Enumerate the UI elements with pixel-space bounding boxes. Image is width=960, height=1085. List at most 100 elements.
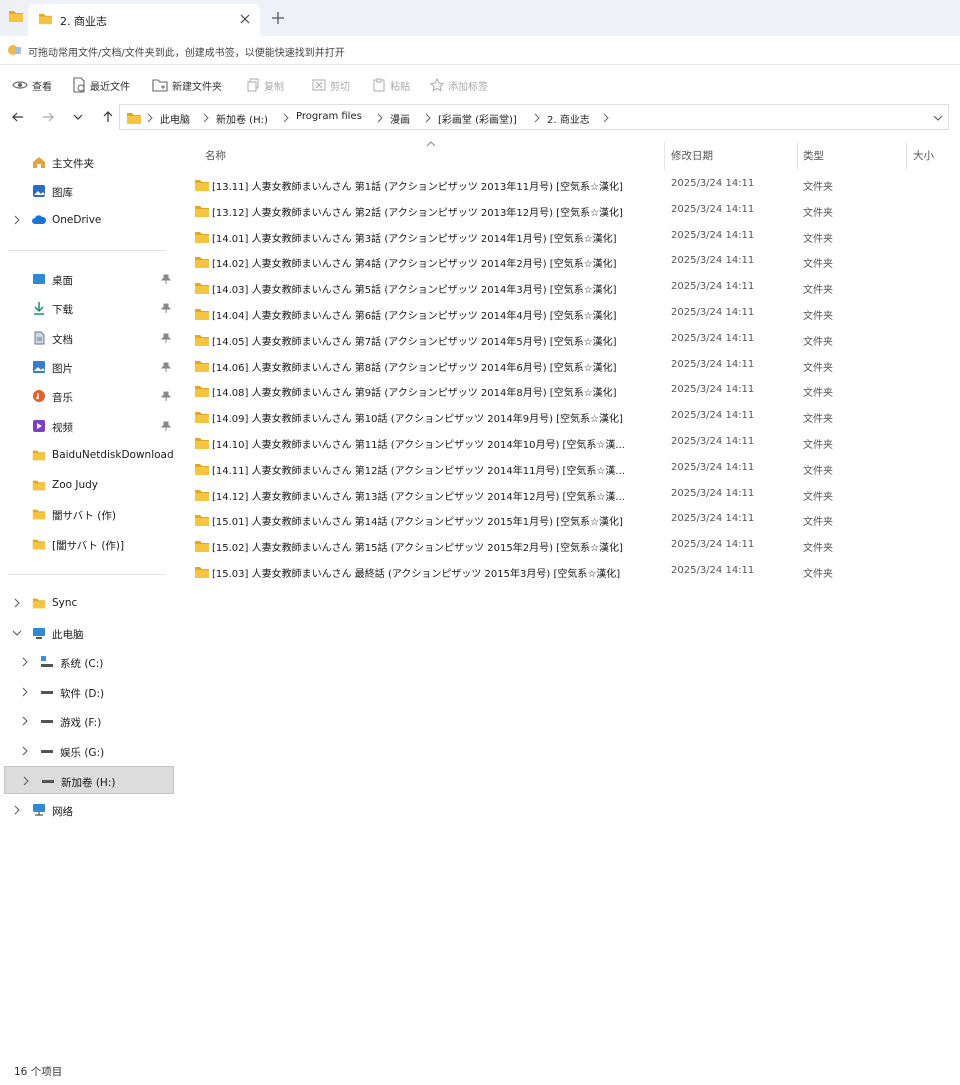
sidebar-item-zoo-judy[interactable]: Zoo Judy xyxy=(4,471,174,499)
column-header-type[interactable]: 类型 xyxy=(803,148,824,174)
breadcrumb-drive-h[interactable]: 新加卷 (H:) xyxy=(216,111,268,126)
chevron-right-icon[interactable] xyxy=(20,716,30,726)
sidebar-item-this-pc[interactable]: 此电脑 xyxy=(4,619,174,647)
column-divider[interactable] xyxy=(664,142,665,170)
breadcrumb-current[interactable]: 2. 商业志 xyxy=(547,111,590,126)
sidebar-item-folder-1[interactable]: 闇サバト (作) xyxy=(4,500,174,528)
file-name: [14.10] 人妻女教師まいんさん 第11話 (アクションピザッツ 2014年… xyxy=(212,440,625,451)
chevron-right-icon[interactable] xyxy=(20,746,30,756)
table-row[interactable]: [14.05] 人妻女教師まいんさん 第7話 (アクションピザッツ 2014年5… xyxy=(190,327,950,352)
table-row[interactable]: [14.06] 人妻女教師まいんさん 第8話 (アクションピザッツ 2014年6… xyxy=(190,353,950,378)
column-header-modified[interactable]: 修改日期 xyxy=(671,148,713,174)
table-row[interactable]: [14.10] 人妻女教師まいんさん 第11話 (アクションピザッツ 2014年… xyxy=(190,430,950,455)
breadcrumb-circle[interactable]: [彩画堂 (彩画堂)] xyxy=(438,111,517,126)
sidebar-item-drive-f[interactable]: 游戏 (F:) xyxy=(4,707,174,735)
breadcrumb-manga[interactable]: 漫画 xyxy=(390,111,410,126)
history-chevron-down-icon[interactable] xyxy=(71,110,85,124)
close-icon[interactable] xyxy=(238,12,252,26)
table-row[interactable]: [14.02] 人妻女教師まいんさん 第4話 (アクションピザッツ 2014年2… xyxy=(190,249,950,274)
download-icon xyxy=(34,302,44,315)
table-row[interactable]: [14.01] 人妻女教師まいんさん 第3話 (アクションピザッツ 2014年1… xyxy=(190,224,950,249)
file-type: 文件夹 xyxy=(803,182,833,193)
sidebar-item-videos[interactable]: 视频 xyxy=(4,412,174,440)
column-header-size[interactable]: 大小 xyxy=(913,148,934,174)
sidebar-item-network[interactable]: 网络 xyxy=(4,796,174,824)
recent-files-button[interactable]: 最近文件 xyxy=(72,76,130,94)
pin-icon[interactable] xyxy=(161,391,171,401)
sidebar-item-drive-g[interactable]: 娱乐 (G:) xyxy=(4,737,174,765)
cut-button[interactable]: 剪切 xyxy=(312,76,350,94)
tab-current[interactable]: 2. 商业志 xyxy=(28,4,260,36)
pin-icon[interactable] xyxy=(161,333,171,343)
breadcrumb-program-files[interactable]: Program files xyxy=(296,111,362,122)
sidebar-item-sync[interactable]: Sync xyxy=(4,589,174,617)
table-row[interactable]: [13.12] 人妻女教師まいんさん 第2話 (アクションピザッツ 2013年1… xyxy=(190,198,950,223)
table-row[interactable]: [15.03] 人妻女教師まいんさん 最終話 (アクションピザッツ 2015年3… xyxy=(190,559,950,584)
paste-button[interactable]: 粘贴 xyxy=(372,76,410,94)
sidebar-item-label: 主文件夹 xyxy=(52,158,94,170)
table-row[interactable]: [14.04] 人妻女教師まいんさん 第6話 (アクションピザッツ 2014年4… xyxy=(190,301,950,326)
copy-button[interactable]: 复制 xyxy=(246,76,284,94)
table-row[interactable]: [15.02] 人妻女教師まいんさん 第15話 (アクションピザッツ 2015年… xyxy=(190,533,950,558)
column-divider[interactable] xyxy=(797,142,798,170)
table-row[interactable]: [15.01] 人妻女教師まいんさん 第14話 (アクションピザッツ 2015年… xyxy=(190,507,950,532)
plus-icon[interactable] xyxy=(271,11,285,25)
file-modified-date: 2025/3/24 14:11 xyxy=(671,307,755,318)
table-row[interactable]: [14.08] 人妻女教師まいんさん 第9話 (アクションピザッツ 2014年8… xyxy=(190,378,950,403)
chevron-right-icon[interactable] xyxy=(12,215,22,225)
sidebar-item-gallery[interactable]: 图库 xyxy=(4,177,174,205)
pin-icon[interactable] xyxy=(161,303,171,313)
folder-icon xyxy=(194,230,210,244)
column-header-name[interactable]: 名称 xyxy=(205,148,226,174)
folder-icon xyxy=(32,450,46,461)
pin-icon[interactable] xyxy=(161,274,171,284)
folder-icon xyxy=(32,539,46,550)
sidebar-item-desktop[interactable]: 桌面 xyxy=(4,265,174,293)
sidebar-item-documents[interactable]: 文档 xyxy=(4,324,174,352)
chevron-right-icon[interactable] xyxy=(12,805,22,815)
sidebar-item-baidu[interactable]: BaiduNetdiskDownload xyxy=(4,441,174,469)
column-divider[interactable] xyxy=(906,142,907,170)
file-name: [14.01] 人妻女教師まいんさん 第3話 (アクションピザッツ 2014年1… xyxy=(212,233,617,245)
sidebar-item-drive-c[interactable]: 系统 (C:) xyxy=(4,648,174,676)
folder-icon xyxy=(194,178,210,192)
sidebar-item-folder-2[interactable]: [闇サバト (作)] xyxy=(4,530,174,558)
file-type: 文件夹 xyxy=(803,285,833,297)
add-tag-button[interactable]: 添加标签 xyxy=(430,76,488,94)
chevron-right-icon[interactable] xyxy=(21,776,31,786)
file-name: [14.09] 人妻女教師まいんさん 第10話 (アクションピザッツ 2014年… xyxy=(212,414,623,426)
pin-icon[interactable] xyxy=(161,362,171,372)
chevron-right-icon[interactable] xyxy=(12,598,22,608)
chevron-down-icon[interactable] xyxy=(12,628,22,638)
sidebar-item-music[interactable]: 音乐 xyxy=(4,382,174,410)
chevron-right-icon[interactable] xyxy=(20,687,30,697)
breadcrumb-this-pc[interactable]: 此电脑 xyxy=(160,111,190,126)
sidebar-item-pictures[interactable]: 图片 xyxy=(4,353,174,381)
chevron-right-icon[interactable] xyxy=(20,657,30,667)
view-button[interactable]: 查看 xyxy=(12,76,52,94)
table-row[interactable]: [14.11] 人妻女教師まいんさん 第12話 (アクションピザッツ 2014年… xyxy=(190,456,950,481)
gallery-icon xyxy=(33,185,45,197)
sidebar-item-drive-h[interactable]: 新加卷 (H:) xyxy=(4,766,174,794)
chevron-down-icon[interactable] xyxy=(932,112,944,124)
file-modified-date: 2025/3/24 14:11 xyxy=(671,436,755,447)
table-row[interactable]: [13.11] 人妻女教師まいんさん 第1話 (アクションピザッツ 2013年1… xyxy=(190,172,950,197)
table-row[interactable]: [14.09] 人妻女教師まいんさん 第10話 (アクションピザッツ 2014年… xyxy=(190,404,950,429)
pin-icon[interactable] xyxy=(161,421,171,431)
forward-arrow-icon[interactable] xyxy=(41,110,55,124)
folder-icon xyxy=(194,539,210,553)
copy-label: 复制 xyxy=(264,81,284,93)
sidebar-item-onedrive[interactable]: OneDrive xyxy=(4,206,174,234)
paste-label: 粘贴 xyxy=(390,81,410,93)
sidebar-item-home[interactable]: 主文件夹 xyxy=(4,148,174,176)
address-bar[interactable]: 此电脑 新加卷 (H:) Program files 漫画 [彩画堂 (彩画堂)… xyxy=(119,104,949,130)
file-name: [14.03] 人妻女教師まいんさん 第5話 (アクションピザッツ 2014年3… xyxy=(212,285,617,297)
table-row[interactable]: [14.12] 人妻女教師まいんさん 第13話 (アクションピザッツ 2014年… xyxy=(190,482,950,507)
up-arrow-icon[interactable] xyxy=(101,110,115,124)
chevron-right-icon xyxy=(203,113,209,123)
sidebar-item-downloads[interactable]: 下载 xyxy=(4,294,174,322)
sidebar-item-drive-d[interactable]: 软件 (D:) xyxy=(4,678,174,706)
new-folder-button[interactable]: 新建文件夹 xyxy=(152,76,222,94)
back-arrow-icon[interactable] xyxy=(11,110,25,124)
table-row[interactable]: [14.03] 人妻女教師まいんさん 第5話 (アクションピザッツ 2014年3… xyxy=(190,275,950,300)
